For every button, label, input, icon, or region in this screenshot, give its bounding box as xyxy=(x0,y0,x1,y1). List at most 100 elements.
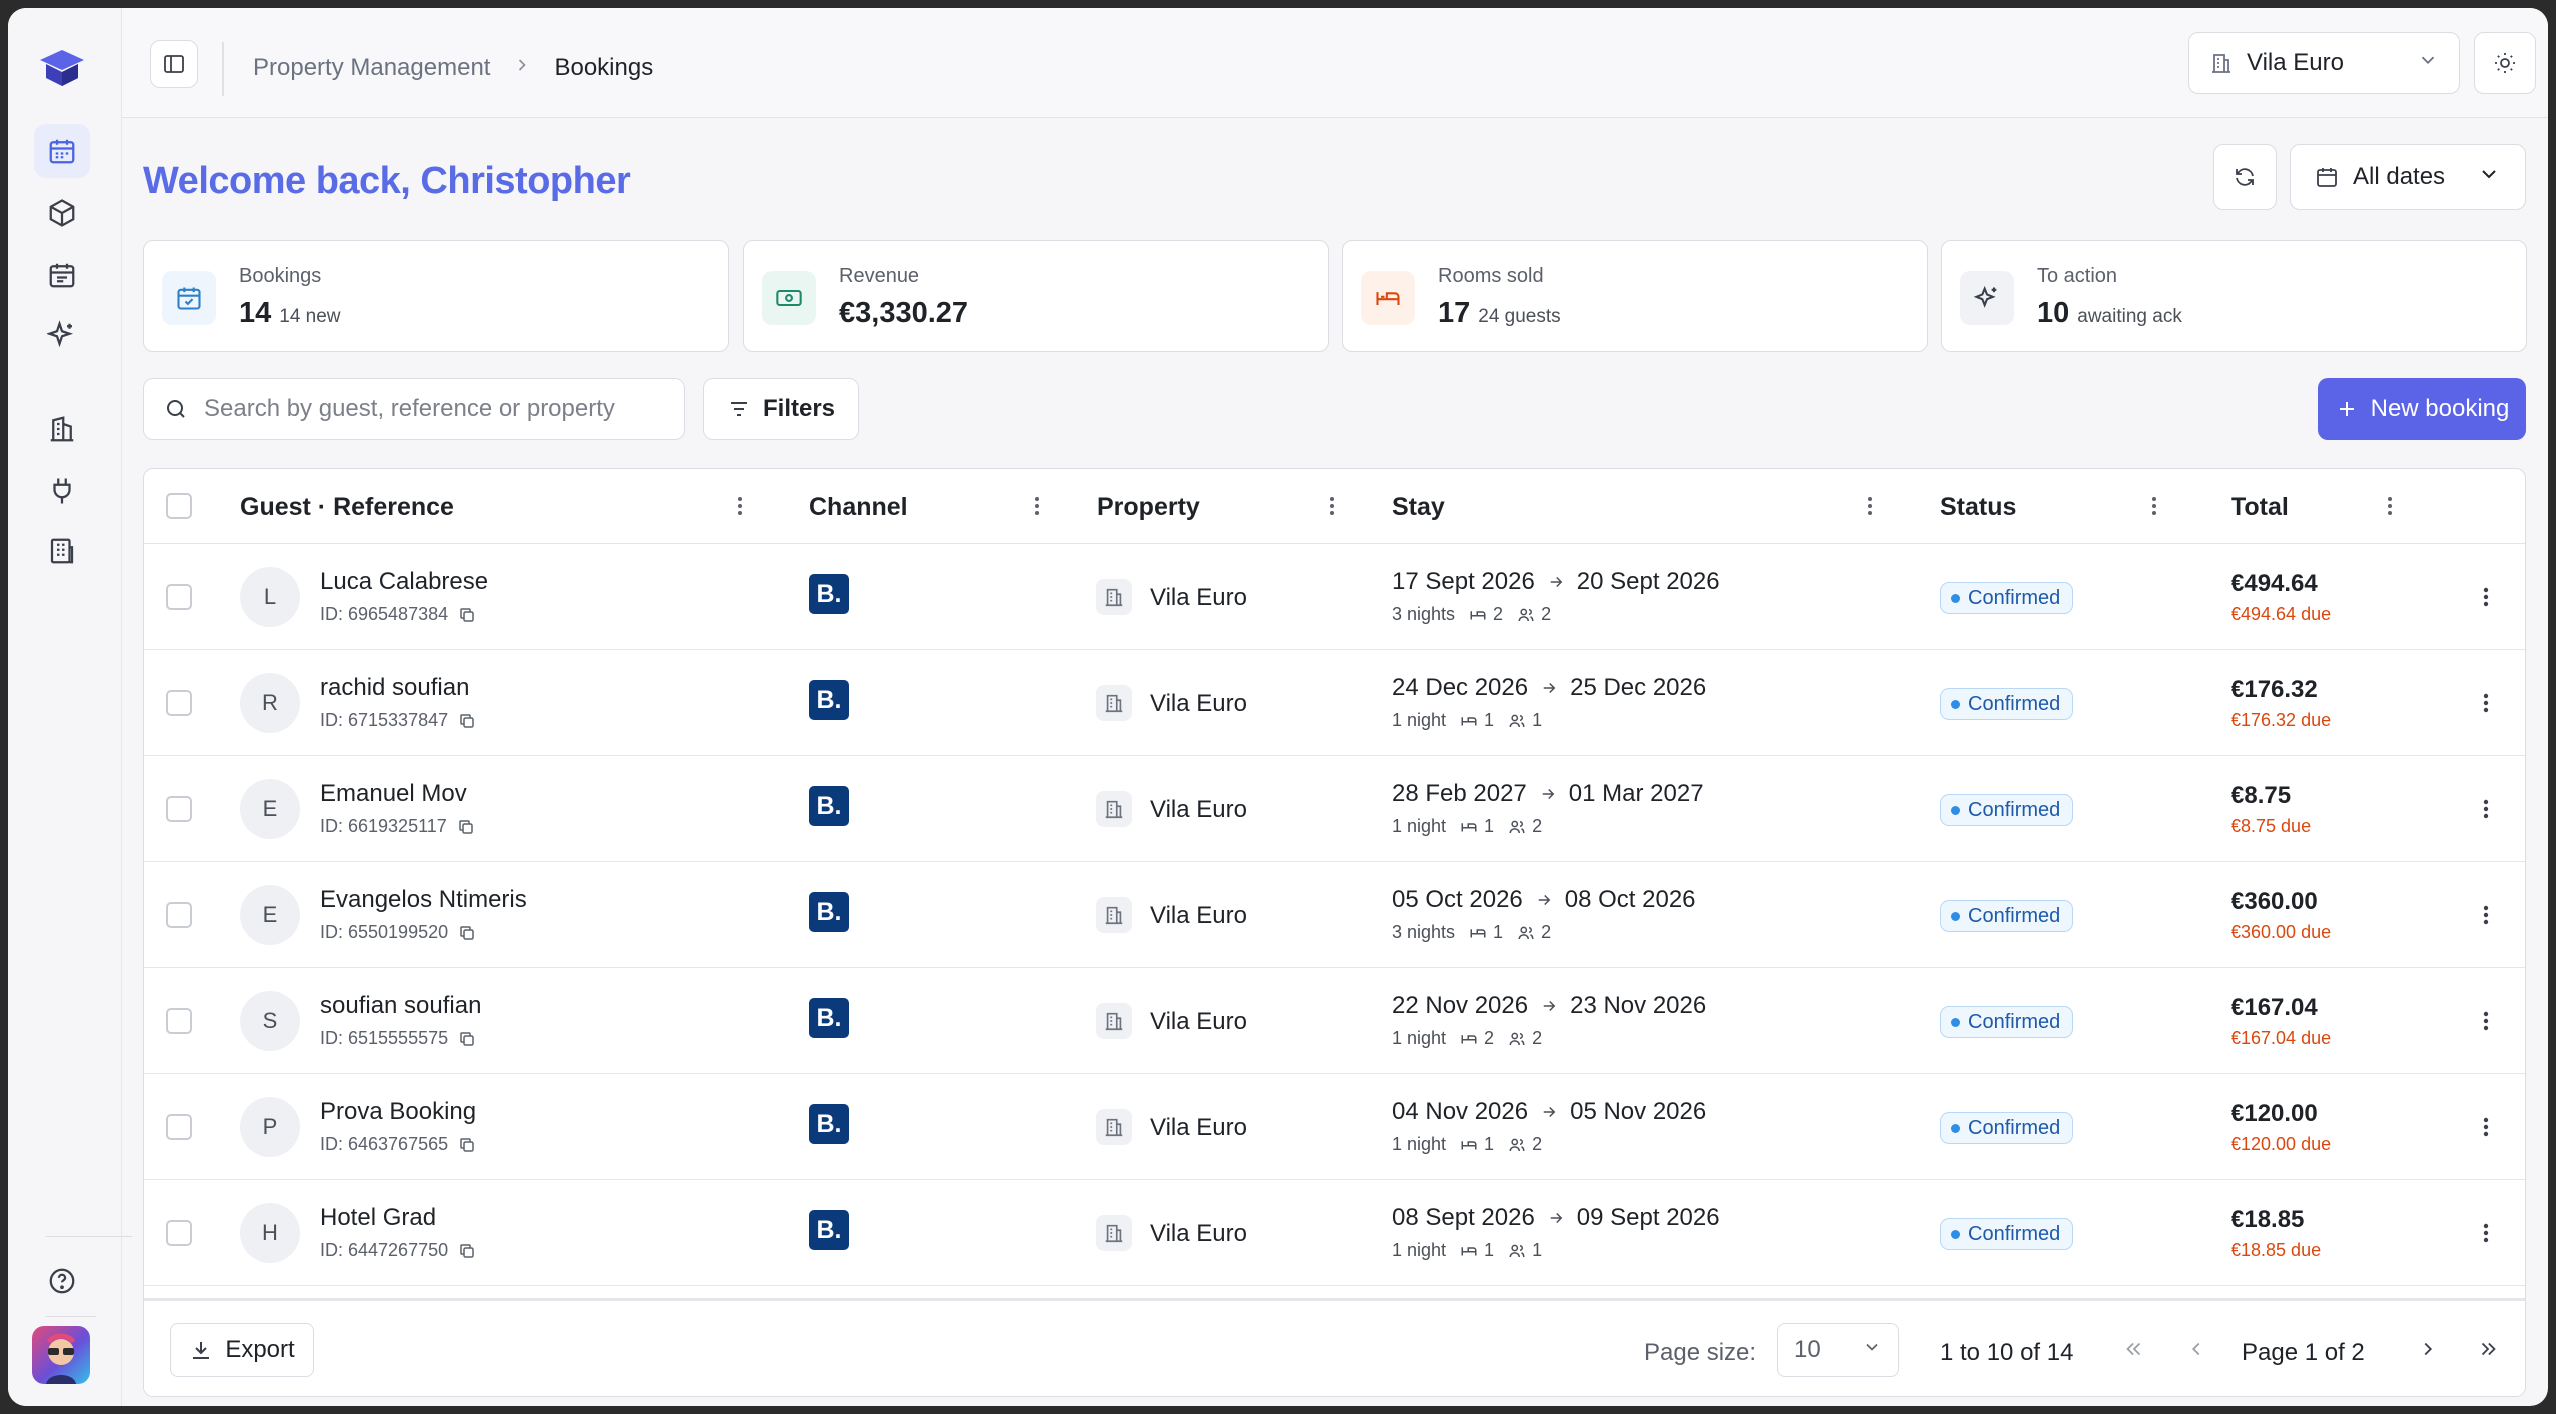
row-actions-icon[interactable] xyxy=(2474,1006,2498,1036)
page-size-label: Page size: xyxy=(1644,1339,1757,1366)
copy-icon[interactable] xyxy=(458,1030,476,1048)
column-menu-icon[interactable] xyxy=(2144,491,2164,521)
column-header-total[interactable]: Total xyxy=(2231,493,2289,522)
table-row[interactable]: H Hotel Grad ID: 6447267750 B. Vila Euro 08 S… xyxy=(144,1180,2525,1286)
download-icon xyxy=(193,1342,210,1359)
column-header-stay[interactable]: Stay xyxy=(1392,493,1445,522)
amount-due: €176.32 due xyxy=(2231,710,2332,730)
column-menu-icon[interactable] xyxy=(1860,491,1880,521)
sidebar-item-properties[interactable] xyxy=(34,402,90,456)
table-row[interactable]: E Emanuel Mov ID: 6619325117 B. Vila Euro 28 … xyxy=(144,756,2525,862)
copy-icon[interactable] xyxy=(458,606,476,624)
row-checkbox[interactable] xyxy=(166,796,192,822)
column-menu-icon[interactable] xyxy=(730,491,750,521)
row-checkbox[interactable] xyxy=(166,1114,192,1140)
stat-label: Bookings xyxy=(239,265,322,287)
table-row[interactable]: P Prova Booking ID: 6463767565 B. Vila Euro 0… xyxy=(144,1074,2525,1180)
copy-icon[interactable] xyxy=(458,1242,476,1260)
page-size-select[interactable]: 10 xyxy=(1777,1323,1899,1377)
table-row[interactable]: E Evangelos Ntimeris ID: 6550199520 B. Vila … xyxy=(144,862,2525,968)
booking-total: €494.64 xyxy=(2231,570,2318,597)
row-checkbox[interactable] xyxy=(166,1008,192,1034)
sidebar-item-ai[interactable] xyxy=(34,308,90,362)
copy-icon[interactable] xyxy=(457,818,475,836)
toggle-sidebar-button[interactable] xyxy=(150,40,198,88)
table-row[interactable]: Ssoufian soufian ID: 6515555575 B. Vila Eur… xyxy=(144,968,2525,1074)
prev-page-button[interactable] xyxy=(2178,1331,2214,1367)
first-page-button[interactable] xyxy=(2116,1331,2152,1367)
guest-name[interactable]: Luca Calabrese xyxy=(320,568,488,596)
help-button[interactable] xyxy=(34,1254,90,1308)
row-actions-icon[interactable] xyxy=(2474,582,2498,612)
guests-count: 2 xyxy=(1541,922,1552,942)
row-checkbox[interactable] xyxy=(166,1220,192,1246)
date-filter-select[interactable]: All dates xyxy=(2290,144,2526,210)
column-header-channel[interactable]: Channel xyxy=(809,493,908,522)
booking-reference: ID: 6550199520 xyxy=(320,922,476,943)
column-header-property[interactable]: Property xyxy=(1097,493,1200,522)
booking-com-icon: B. xyxy=(809,786,849,826)
booking-com-icon: B. xyxy=(809,680,849,720)
sidebar-item-inventory[interactable] xyxy=(34,186,90,240)
booking-total: €176.32 xyxy=(2231,676,2318,703)
copy-icon[interactable] xyxy=(458,924,476,942)
check-out-date: 05 Nov 2026 xyxy=(1570,1098,1707,1125)
topbar: Property Management Bookings Vila Euro xyxy=(122,8,2548,118)
row-actions-icon[interactable] xyxy=(2474,688,2498,718)
sidebar-item-reports[interactable] xyxy=(34,524,90,578)
column-menu-icon[interactable] xyxy=(2380,491,2400,521)
property-select[interactable]: Vila Euro xyxy=(2188,32,2460,94)
table-row[interactable]: Rrachid soufian ID: 6715337847 B. Vila Euro… xyxy=(144,650,2525,756)
booking-total: €18.85 xyxy=(2231,1206,2305,1233)
last-page-button[interactable] xyxy=(2470,1331,2506,1367)
check-out-date: 08 Oct 2026 xyxy=(1564,886,1696,913)
guest-name[interactable]: Prova Booking xyxy=(320,1098,476,1126)
search-input[interactable] xyxy=(204,395,644,423)
bookings-table: Guest · Reference Channel Property Stay … xyxy=(143,468,2526,1397)
next-page-button[interactable] xyxy=(2410,1331,2446,1367)
guest-name[interactable]: Emanuel Mov xyxy=(320,780,467,808)
sparkles-icon xyxy=(1960,271,2014,325)
guest-name[interactable]: soufian soufian xyxy=(320,992,481,1020)
guests-count: 2 xyxy=(1532,816,1543,836)
export-button[interactable]: Export xyxy=(170,1323,314,1377)
column-menu-icon[interactable] xyxy=(1027,491,1047,521)
row-actions-icon[interactable] xyxy=(2474,794,2498,824)
guest-name[interactable]: rachid soufian xyxy=(320,674,469,702)
column-header-guest[interactable]: Guest · Reference xyxy=(240,493,454,522)
filters-button[interactable]: Filters xyxy=(703,378,859,440)
copy-icon[interactable] xyxy=(458,1136,476,1154)
guest-name[interactable]: Hotel Grad xyxy=(320,1204,436,1232)
page-title: Welcome back, Christopher xyxy=(143,160,631,202)
breadcrumb-parent[interactable]: Property Management xyxy=(253,54,490,82)
status-dot xyxy=(1951,1229,1960,1239)
guest-avatar: E xyxy=(240,779,300,839)
row-checkbox[interactable] xyxy=(166,690,192,716)
new-booking-button[interactable]: New booking xyxy=(2318,378,2526,440)
guest-name[interactable]: Evangelos Ntimeris xyxy=(320,886,527,914)
sidebar-divider xyxy=(46,1316,96,1317)
theme-toggle-button[interactable] xyxy=(2474,32,2536,94)
bed-icon xyxy=(1361,271,1415,325)
sidebar-item-bookings[interactable] xyxy=(34,124,90,178)
sidebar-item-integrations[interactable] xyxy=(34,464,90,518)
stay-dates: 24 Dec 2026 25 Dec 2026 xyxy=(1392,674,1706,702)
row-checkbox[interactable] xyxy=(166,902,192,928)
arrow-right-icon xyxy=(1547,573,1565,591)
column-header-status[interactable]: Status xyxy=(1940,493,2016,522)
table-row[interactable]: L Luca Calabrese ID: 6965487384 B. Vila Euro… xyxy=(144,544,2525,650)
refresh-button[interactable] xyxy=(2213,144,2277,210)
select-all-checkbox[interactable] xyxy=(166,493,192,519)
sidebar-item-calendar[interactable] xyxy=(34,248,90,302)
check-in-date: 24 Dec 2026 xyxy=(1392,674,1529,701)
row-actions-icon[interactable] xyxy=(2474,1218,2498,1248)
copy-icon[interactable] xyxy=(458,712,476,730)
row-checkbox[interactable] xyxy=(166,584,192,610)
row-actions-icon[interactable] xyxy=(2474,1112,2498,1142)
app-logo[interactable] xyxy=(38,46,86,90)
row-actions-icon[interactable] xyxy=(2474,900,2498,930)
user-avatar[interactable] xyxy=(32,1326,90,1384)
column-menu-icon[interactable] xyxy=(1322,491,1342,521)
nights-count: 1 night xyxy=(1392,1134,1447,1154)
arrow-right-icon xyxy=(1540,997,1558,1015)
